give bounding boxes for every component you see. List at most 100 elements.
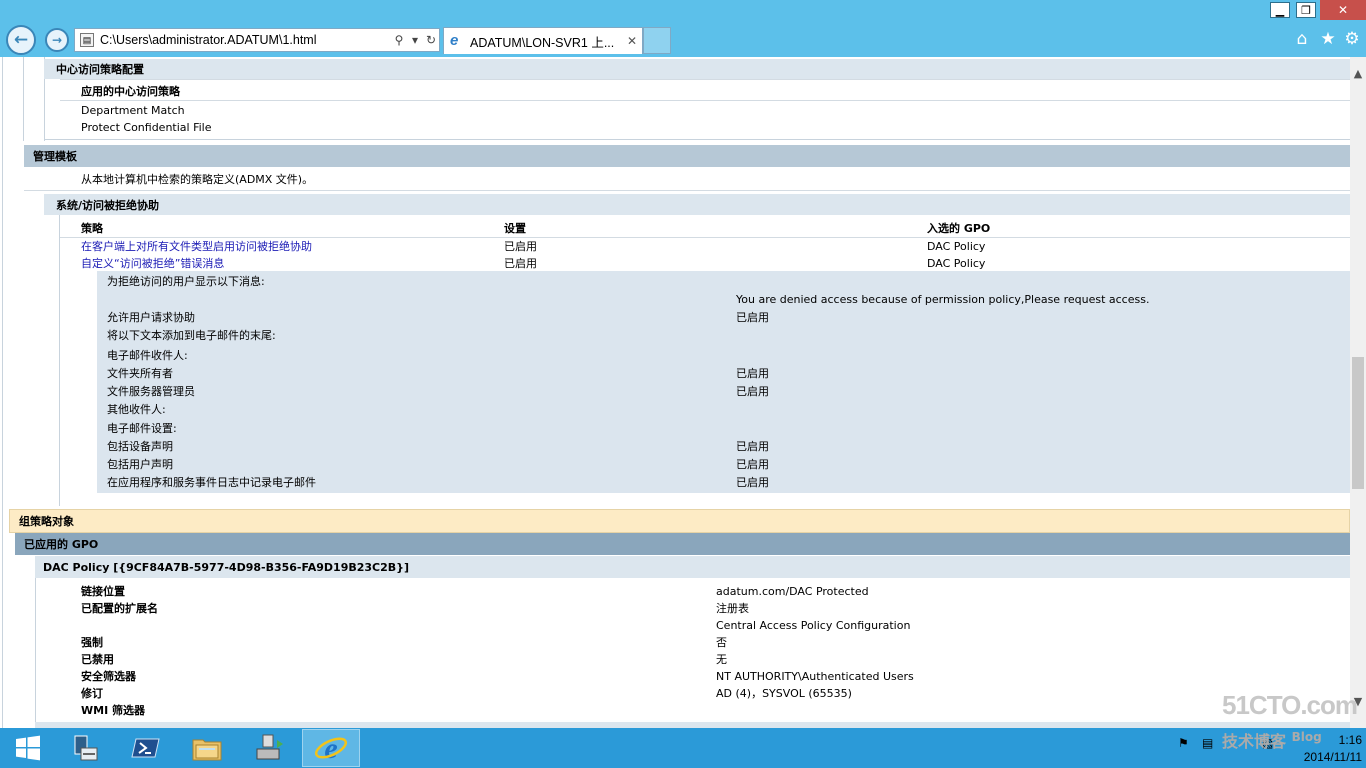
gpo-prop-value: 注册表 xyxy=(716,602,749,615)
gpo-prop-value: NT AUTHORITY\Authenticated Users xyxy=(716,669,914,683)
back-icon: ← xyxy=(13,30,29,50)
gpo-prop-label: 已禁用 xyxy=(81,653,114,666)
rail-outer xyxy=(2,57,3,728)
detail-label: 将以下文本添加到电子邮件的末尾: xyxy=(107,329,276,342)
gpo-object-header[interactable]: 组策略对象 xyxy=(9,509,1350,533)
network-tray-icon[interactable]: ▤ xyxy=(1202,736,1213,750)
policy-setting: 已启用 xyxy=(504,257,537,270)
policy-detail-box xyxy=(97,271,1350,493)
detail-label: 其他收件人: xyxy=(107,403,166,416)
gpo-prop-value: AD (4)，SYSVOL (65535) xyxy=(716,687,852,700)
dac-policy-header[interactable]: DAC Policy [{9CF84A7B-5977-4D98-B356-FA9… xyxy=(35,556,1350,578)
col-policy: 策略 xyxy=(81,222,103,235)
rail-level3 xyxy=(59,204,60,506)
watermark-logo: 51CTO.com xyxy=(1222,690,1358,720)
scroll-thumb[interactable] xyxy=(1352,357,1364,489)
cap-column-header: 应用的中心访问策略 xyxy=(81,85,180,98)
ie-tab-icon: e xyxy=(450,32,459,49)
gpo-prop-label: 修订 xyxy=(81,687,103,700)
gpo-prop-value: Central Access Policy Configuration xyxy=(716,618,911,632)
tab-active[interactable]: e ADATUM\LON-SVR1 上... ✕ xyxy=(443,27,643,54)
star-icon[interactable]: ★ xyxy=(1318,29,1338,49)
flag-icon[interactable]: ⚑ xyxy=(1178,736,1189,750)
file-explorer-icon xyxy=(192,739,222,761)
page-viewport: 中心访问策略配置 应用的中心访问策略 Department Match Prot… xyxy=(0,57,1350,728)
network-icon xyxy=(256,734,283,760)
windows-logo-icon xyxy=(16,735,40,761)
home-icon[interactable]: ⌂ xyxy=(1292,29,1312,49)
powershell-icon xyxy=(131,738,160,758)
address-url[interactable]: C:\Users\administrator.ADATUM\1.html xyxy=(100,33,391,47)
dropdown-icon[interactable]: ▾ xyxy=(407,33,423,47)
forward-icon: → xyxy=(51,33,63,47)
detail-value: 已启用 xyxy=(736,385,769,398)
gpo-prop-value: 否 xyxy=(716,636,727,649)
gear-icon[interactable]: ⚙ xyxy=(1342,29,1362,49)
detail-label: 包括用户声明 xyxy=(107,458,173,471)
detail-label: 文件服务器管理员 xyxy=(107,385,195,398)
watermark-tag-text: 技术博客 xyxy=(1222,732,1287,751)
detail-label: 电子邮件收件人: xyxy=(107,349,188,362)
gpo-prop-label: 链接位置 xyxy=(81,585,125,598)
detail-value: 已启用 xyxy=(736,367,769,380)
maximize-button[interactable]: ❐ xyxy=(1294,0,1318,20)
cap-item-protect-confidential: Protect Confidential File xyxy=(81,120,212,134)
internet-explorer-icon: e xyxy=(314,732,348,765)
rail-gpo xyxy=(35,578,36,728)
policy-gpo: DAC Policy xyxy=(927,239,986,253)
start-button[interactable] xyxy=(2,729,54,767)
cap-item-department-match: Department Match xyxy=(81,103,185,117)
policy-setting: 已启用 xyxy=(504,240,537,253)
admin-templates-header[interactable]: 管理模板 xyxy=(24,145,1350,167)
detail-value: 已启用 xyxy=(736,311,769,324)
new-tab-button[interactable] xyxy=(643,27,671,54)
watermark-blog-text: Blog xyxy=(1291,730,1322,744)
search-icon[interactable]: ⚲ xyxy=(391,33,407,47)
access-denied-section-header[interactable]: 系统/访问被拒绝协助 xyxy=(44,194,1350,215)
refresh-icon[interactable]: ↻ xyxy=(423,33,439,47)
divider xyxy=(24,190,1350,191)
server-manager-button[interactable] xyxy=(56,729,114,767)
detail-value: 已启用 xyxy=(736,476,769,489)
vertical-scrollbar[interactable]: ▲ ▼ xyxy=(1350,57,1366,728)
gpo-prop-label: 安全筛选器 xyxy=(81,670,136,683)
page-favicon: ▤ xyxy=(80,33,94,47)
taskbar: e xyxy=(0,728,1366,768)
gpo-prop-label: 强制 xyxy=(81,636,103,649)
svg-text:e: e xyxy=(324,732,337,765)
policy-link-enable-assistance[interactable]: 在客户端上对所有文件类型启用访问被拒绝协助 xyxy=(81,237,312,255)
detail-label: 为拒绝访问的用户显示以下消息: xyxy=(107,275,265,288)
file-explorer-button[interactable] xyxy=(178,729,236,767)
detail-message-value: You are denied access because of permiss… xyxy=(736,292,1150,306)
policy-gpo: DAC Policy xyxy=(927,256,986,270)
gpo-prop-value: adatum.com/DAC Protected xyxy=(716,584,869,598)
gpo-prop-value: 无 xyxy=(716,653,727,666)
gpo-prop-label: 已配置的扩展名 xyxy=(81,602,158,615)
gpo-prop-label: WMI 筛选器 xyxy=(81,704,146,717)
internet-explorer-button[interactable]: e xyxy=(302,729,360,767)
applied-gpo-header[interactable]: 已应用的 GPO xyxy=(15,533,1350,555)
powershell-button[interactable] xyxy=(117,729,175,767)
cap-section-header[interactable]: 中心访问策略配置 xyxy=(44,59,1350,79)
rail-level1 xyxy=(23,57,24,141)
policy-link-custom-message[interactable]: 自定义“访问被拒绝”错误消息 xyxy=(81,254,224,272)
divider xyxy=(44,139,1350,140)
server-manager-icon xyxy=(74,735,98,761)
divider xyxy=(60,100,1350,101)
admx-note: 从本地计算机中检索的策略定义(ADMX 文件)。 xyxy=(81,173,314,186)
minimize-button[interactable]: ▁ xyxy=(1268,0,1292,20)
col-setting: 设置 xyxy=(504,222,526,235)
col-winning-gpo: 入选的 GPO xyxy=(927,222,991,235)
back-button[interactable]: ← xyxy=(6,25,36,55)
watermark-tag: 技术博客 Blog xyxy=(1222,728,1322,752)
address-bar[interactable]: ▤ C:\Users\administrator.ADATUM\1.html ⚲… xyxy=(74,28,440,52)
detail-label: 文件夹所有者 xyxy=(107,367,173,380)
close-window-button[interactable]: ✕ xyxy=(1320,0,1366,20)
forward-button[interactable]: → xyxy=(45,28,69,52)
detail-label: 电子邮件设置: xyxy=(107,422,177,435)
close-tab-icon[interactable]: ✕ xyxy=(622,34,642,48)
scroll-up-icon[interactable]: ▲ xyxy=(1350,67,1366,83)
detail-value: 已启用 xyxy=(736,458,769,471)
divider xyxy=(60,79,1350,80)
network-tool-button[interactable] xyxy=(240,729,298,767)
